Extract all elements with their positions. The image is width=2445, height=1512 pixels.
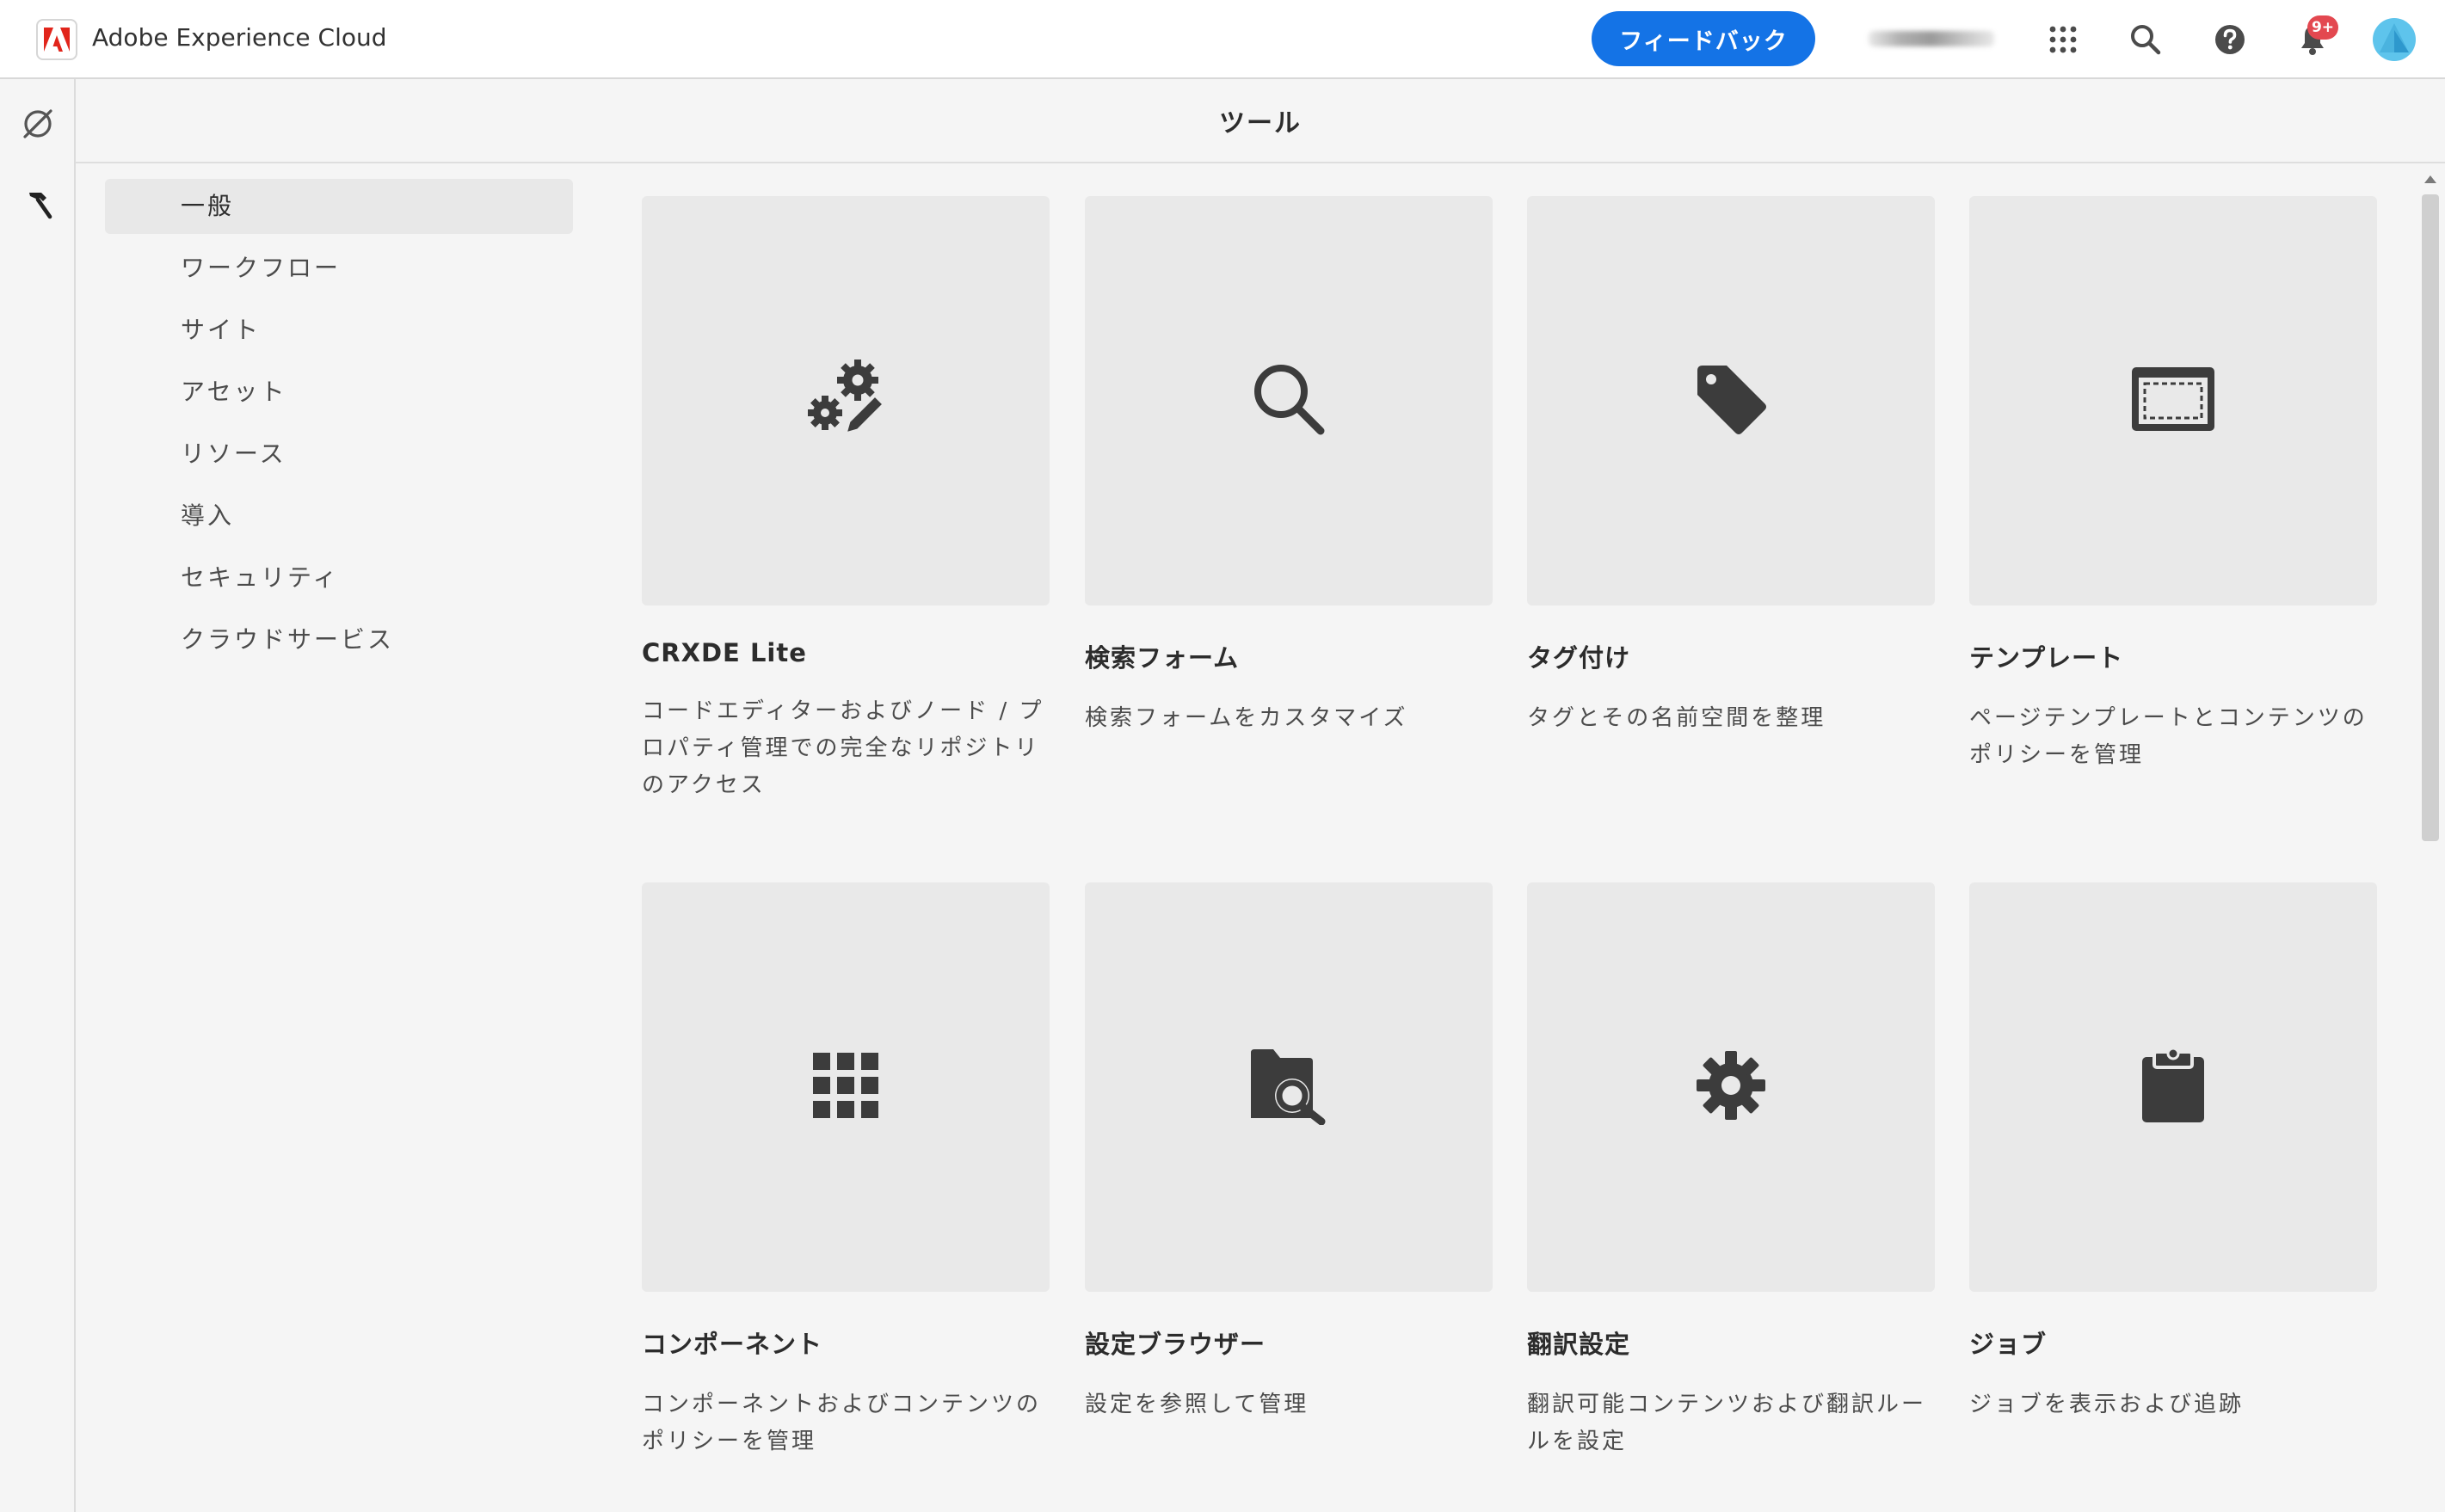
card-description: 設定を参照して管理: [1085, 1392, 1309, 1417]
page-header: ツール: [76, 79, 2445, 163]
scroll-up-arrow-icon[interactable]: [2424, 175, 2436, 183]
nav-item-cloud-services[interactable]: クラウドサービス: [105, 612, 573, 667]
gears-pencil-icon: [801, 354, 890, 447]
card-title: ジョブ: [1969, 1330, 2048, 1359]
feedback-button[interactable]: フィードバック: [1592, 11, 1815, 66]
card-description: ジョブを表示および追跡: [1969, 1392, 2245, 1417]
top-bar: Adobe Experience Cloud フィードバック 9+: [0, 0, 2445, 79]
card-description: 翻訳可能コンテンツおよび翻訳ルールを設定: [1527, 1392, 1927, 1454]
card-thumbnail[interactable]: [1085, 882, 1493, 1292]
tool-card-tagging[interactable]: タグ付け タグとその名前空間を整理: [1527, 196, 1935, 737]
clipboard-icon: [2140, 1047, 2206, 1128]
gear-icon: [1695, 1049, 1767, 1125]
card-thumbnail[interactable]: [1527, 196, 1935, 605]
nav-item-deployment[interactable]: 導入: [105, 489, 573, 544]
card-description: コンポーネントおよびコンテンツのポリシーを管理: [642, 1392, 1042, 1454]
tool-card-components[interactable]: コンポーネント コンポーネントおよびコンテンツのポリシーを管理: [642, 882, 1050, 1460]
folder-search-icon: [1247, 1046, 1330, 1128]
card-description: コードエディターおよびノード / プロパティ管理での完全なリポジトリのアクセス: [642, 698, 1044, 798]
page-title: ツール: [1219, 108, 1302, 138]
card-title: コンポーネント: [642, 1330, 823, 1359]
nav-item-workflow[interactable]: ワークフロー: [105, 241, 573, 296]
tool-card-jobs[interactable]: ジョブ ジョブを表示および追跡: [1969, 882, 2377, 1423]
card-thumbnail[interactable]: [642, 196, 1050, 605]
card-title: テンプレート: [1969, 643, 2124, 673]
tool-card-templates[interactable]: テンプレート ページテンプレートとコンテンツのポリシーを管理: [1969, 196, 2377, 774]
brand-name[interactable]: Adobe Experience Cloud: [92, 21, 387, 55]
apps-grid-icon[interactable]: [2042, 19, 2084, 60]
navigation-compass-icon[interactable]: [15, 101, 60, 146]
grid-icon: [811, 1051, 880, 1123]
card-description: 検索フォームをカスタマイズ: [1085, 705, 1408, 731]
nav-item-general[interactable]: 一般: [105, 179, 573, 234]
card-title: 翻訳設定: [1527, 1330, 1631, 1359]
template-icon: [2130, 366, 2216, 436]
nav-item-security[interactable]: セキュリティ: [105, 550, 573, 605]
card-thumbnail[interactable]: [1969, 196, 2377, 605]
avatar[interactable]: [2373, 18, 2416, 61]
card-title: タグ付け: [1527, 643, 1631, 673]
nav-item-resources[interactable]: リソース: [105, 427, 573, 482]
card-thumbnail[interactable]: [1969, 882, 2377, 1292]
tool-card-translation-configuration[interactable]: 翻訳設定 翻訳可能コンテンツおよび翻訳ルールを設定: [1527, 882, 1935, 1460]
card-thumbnail[interactable]: [1527, 882, 1935, 1292]
nav-item-sites[interactable]: サイト: [105, 303, 573, 358]
card-thumbnail[interactable]: [642, 882, 1050, 1292]
help-icon[interactable]: [2209, 19, 2251, 60]
search-icon[interactable]: [2125, 19, 2166, 60]
notification-badge: 9+: [2307, 15, 2338, 40]
card-description: タグとその名前空間を整理: [1527, 705, 1826, 731]
adobe-logo-icon[interactable]: [36, 19, 77, 60]
tool-card-crxde-lite[interactable]: CRXDE Lite コードエディターおよびノード / プロパティ管理での完全な…: [642, 196, 1050, 804]
left-rail: [0, 79, 76, 1512]
tag-icon: [1692, 360, 1770, 441]
magnifier-icon: [1250, 360, 1327, 441]
card-title: CRXDE Lite: [642, 638, 807, 667]
tools-category-nav: 一般 ワークフロー サイト アセット リソース 導入 セキュリティ クラウドサー…: [105, 179, 573, 674]
hammer-tools-icon[interactable]: [15, 182, 60, 227]
card-description: ページテンプレートとコンテンツのポリシーを管理: [1969, 705, 2368, 768]
user-name-blurred: [1869, 31, 1994, 46]
tool-card-search-forms[interactable]: 検索フォーム 検索フォームをカスタマイズ: [1085, 196, 1493, 737]
card-title: 設定ブラウザー: [1085, 1330, 1266, 1359]
scrollbar-thumb[interactable]: [2422, 194, 2439, 841]
card-thumbnail[interactable]: [1085, 196, 1493, 605]
card-title: 検索フォーム: [1085, 643, 1240, 673]
tool-card-configuration-browser[interactable]: 設定ブラウザー 設定を参照して管理: [1085, 882, 1493, 1423]
nav-item-assets[interactable]: アセット: [105, 365, 573, 420]
